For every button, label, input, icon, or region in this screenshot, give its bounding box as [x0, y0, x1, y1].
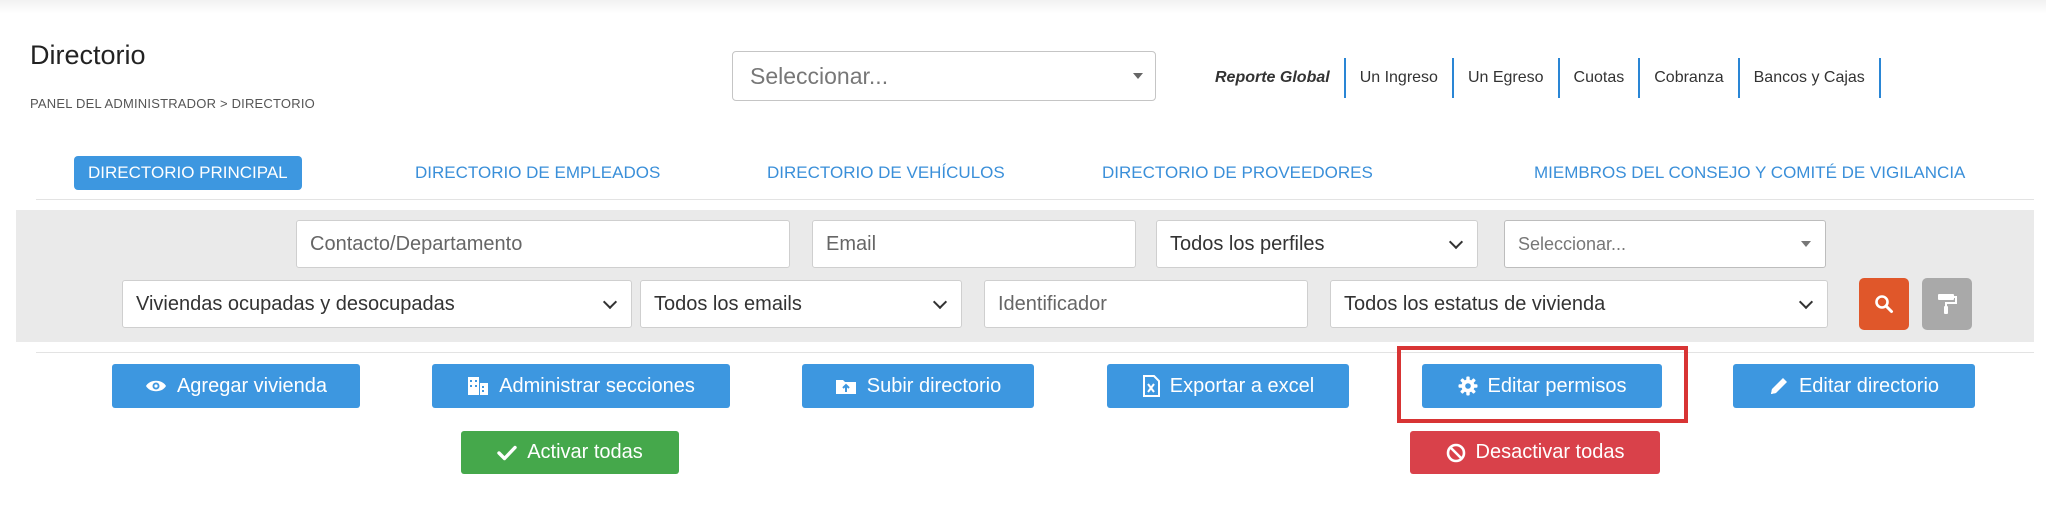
caret-down-icon: [1133, 73, 1143, 79]
agregar-vivienda-label: Agregar vivienda: [176, 374, 328, 397]
breadcrumb: PANEL DEL ADMINISTRADOR > DIRECTORIO: [30, 96, 315, 111]
report-link-cuotas[interactable]: Cuotas: [1560, 58, 1641, 98]
perfiles-select[interactable]: Todos los perfiles: [1156, 220, 1478, 268]
editar-directorio-label: Editar directorio: [1798, 374, 1940, 397]
activar-todas-button[interactable]: Activar todas: [461, 431, 679, 474]
emails-value: Todos los emails: [654, 292, 802, 315]
administrar-secciones-button[interactable]: Administrar secciones: [432, 364, 730, 408]
exportar-excel-button[interactable]: Exportar a excel: [1107, 364, 1349, 408]
tab-directorio-vehiculos[interactable]: DIRECTORIO DE VEHÍCULOS: [767, 156, 1005, 190]
filter-panel: Contacto/Departamento Email Todos los pe…: [16, 210, 2034, 342]
activar-todas-label: Activar todas: [527, 441, 643, 463]
identificador-placeholder: Identificador: [998, 292, 1107, 315]
viviendas-select[interactable]: Viviendas ocupadas y desocupadas: [122, 280, 632, 328]
report-link-egreso[interactable]: Un Egreso: [1454, 58, 1560, 98]
chevron-down-icon: [932, 294, 948, 310]
top-shadow-strip: [0, 0, 2046, 14]
clear-filters-button[interactable]: [1922, 278, 1972, 330]
tab-directorio-proveedores[interactable]: DIRECTORIO DE PROVEEDORES: [1102, 156, 1373, 190]
folder-upload-icon: [835, 380, 856, 394]
seleccionar-placeholder: Seleccionar...: [1518, 233, 1627, 254]
desactivar-todas-label: Desactivar todas: [1475, 441, 1625, 463]
section-divider: [36, 352, 2034, 353]
ban-icon: [1446, 443, 1465, 462]
search-icon: [1875, 295, 1893, 313]
caret-down-icon: [1801, 241, 1811, 247]
directory-tabs: DIRECTORIO PRINCIPAL DIRECTORIO DE EMPLE…: [36, 152, 2034, 200]
editar-directorio-button[interactable]: Editar directorio: [1733, 364, 1975, 408]
tab-directorio-principal[interactable]: DIRECTORIO PRINCIPAL: [74, 156, 302, 190]
exportar-excel-label: Exportar a excel: [1169, 374, 1315, 397]
contacto-input[interactable]: Contacto/Departamento: [296, 220, 790, 268]
report-link-cobranza[interactable]: Cobranza: [1640, 58, 1740, 98]
emails-select[interactable]: Todos los emails: [640, 280, 962, 328]
highlight-box: [1397, 346, 1688, 423]
identificador-input[interactable]: Identificador: [984, 280, 1308, 328]
chevron-down-icon: [602, 294, 618, 310]
search-button[interactable]: [1859, 278, 1909, 330]
perfiles-value: Todos los perfiles: [1170, 232, 1325, 255]
seleccionar-select[interactable]: Seleccionar...: [1504, 220, 1826, 268]
page-title: Directorio: [30, 40, 146, 70]
subir-directorio-button[interactable]: Subir directorio: [802, 364, 1034, 408]
estatus-select[interactable]: Todos los estatus de vivienda: [1330, 280, 1828, 328]
check-icon: [497, 445, 517, 460]
administrar-secciones-label: Administrar secciones: [499, 374, 695, 397]
report-link-ingreso[interactable]: Un Ingreso: [1346, 58, 1454, 98]
excel-file-icon: [1142, 375, 1160, 397]
paint-roller-icon: [1938, 294, 1957, 314]
chevron-down-icon: [1448, 234, 1464, 250]
email-placeholder: Email: [826, 232, 877, 255]
top-select-placeholder: Seleccionar...: [750, 62, 889, 89]
email-input[interactable]: Email: [812, 220, 1136, 268]
pencil-icon: [1770, 378, 1787, 394]
desactivar-todas-button[interactable]: Desactivar todas: [1410, 431, 1660, 474]
chevron-down-icon: [1798, 294, 1814, 310]
report-link-global[interactable]: Reporte Global: [1215, 58, 1346, 98]
subir-directorio-label: Subir directorio: [866, 374, 1002, 397]
tab-directorio-empleados[interactable]: DIRECTORIO DE EMPLEADOS: [415, 156, 660, 190]
viviendas-value: Viviendas ocupadas y desocupadas: [136, 292, 455, 315]
contacto-placeholder: Contacto/Departamento: [310, 232, 523, 255]
estatus-value: Todos los estatus de vivienda: [1344, 292, 1606, 315]
eye-icon: [145, 380, 166, 392]
tab-miembros-consejo[interactable]: MIEMBROS DEL CONSEJO Y COMITÉ DE VIGILAN…: [1534, 156, 1965, 190]
top-select[interactable]: Seleccionar...: [732, 51, 1156, 101]
building-icon: [468, 377, 489, 395]
agregar-vivienda-button[interactable]: Agregar vivienda: [112, 364, 360, 408]
report-links: Reporte Global Un Ingreso Un Egreso Cuot…: [1215, 58, 1881, 98]
report-link-bancos[interactable]: Bancos y Cajas: [1740, 58, 1881, 98]
